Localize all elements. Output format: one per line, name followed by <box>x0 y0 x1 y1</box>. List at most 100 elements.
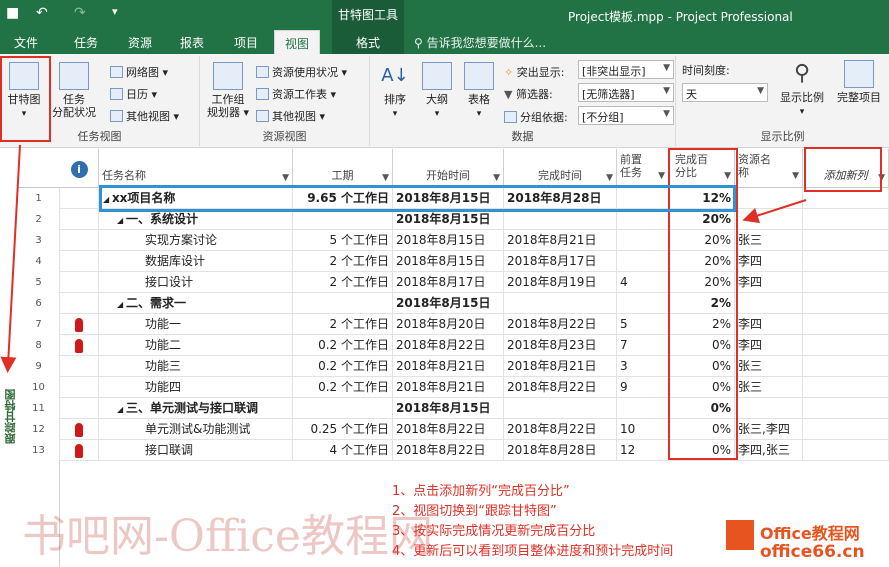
resource-names-cell[interactable] <box>735 398 803 419</box>
tab-report[interactable]: 报表 <box>180 34 204 51</box>
finish-cell[interactable]: 2018年8月19日 <box>504 272 617 293</box>
duration-cell[interactable]: 5 个工作日 <box>293 230 393 251</box>
row-number[interactable]: 9 <box>18 356 60 377</box>
group-by-dropdown[interactable]: [不分组] ▼ <box>578 106 674 125</box>
undo-icon[interactable]: ↶ <box>36 5 48 21</box>
resource-sheet-button[interactable]: 资源工作表 ▾ <box>256 86 336 102</box>
table-row[interactable]: 11 ◢ 三、单元测试与接口联调 2018年8月15日 0% <box>32 398 889 419</box>
empty-cell[interactable] <box>803 356 889 377</box>
start-cell[interactable]: 2018年8月15日 <box>393 293 504 314</box>
duration-cell[interactable]: 2 个工作日 <box>293 314 393 335</box>
predecessors-cell[interactable] <box>617 188 669 209</box>
task-name-cell[interactable]: 功能四 <box>99 377 293 398</box>
start-cell[interactable]: 2018年8月15日 <box>393 251 504 272</box>
empty-cell[interactable] <box>803 419 889 440</box>
customize-icon[interactable]: ▾ <box>112 5 118 18</box>
finish-cell[interactable]: 2018年8月22日 <box>504 314 617 335</box>
task-name-cell[interactable]: ◢ xx项目名称 <box>99 188 293 209</box>
table-row[interactable]: 13 接口联调 4 个工作日 2018年8月22日 2018年8月28日 12 0% 李四,张… <box>32 440 889 461</box>
tab-file[interactable]: 文件 <box>14 34 38 51</box>
table-row[interactable]: 12 单元测试&功能测试 0.25 个工作日 2018年8月22日 2018年8月22日… <box>32 419 889 440</box>
row-number[interactable]: 10 <box>18 377 60 398</box>
select-all-corner[interactable] <box>18 149 60 188</box>
row-number[interactable]: 11 <box>18 398 60 419</box>
predecessors-cell[interactable] <box>617 209 669 230</box>
duration-cell[interactable]: 4 个工作日 <box>293 440 393 461</box>
task-name-cell[interactable]: 数据库设计 <box>99 251 293 272</box>
predecessors-cell[interactable]: 9 <box>617 377 669 398</box>
collapse-triangle-icon[interactable]: ◢ <box>117 216 126 225</box>
predecessors-cell[interactable]: 12 <box>617 440 669 461</box>
start-cell[interactable]: 2018年8月20日 <box>393 314 504 335</box>
start-cell[interactable]: 2018年8月15日 <box>393 188 504 209</box>
row-number[interactable]: 8 <box>18 335 60 356</box>
duration-cell[interactable]: 0.2 个工作日 <box>293 356 393 377</box>
finish-cell[interactable]: 2018年8月28日 <box>504 188 617 209</box>
start-cell[interactable]: 2018年8月15日 <box>393 398 504 419</box>
predecessors-cell[interactable]: 7 <box>617 335 669 356</box>
collapse-triangle-icon[interactable]: ◢ <box>117 300 126 309</box>
header-add-new-column[interactable]: 添加新列 ▼ <box>803 149 889 188</box>
indicator-cell[interactable] <box>60 377 99 398</box>
header-finish[interactable]: 完成时间 ▼ <box>504 149 617 188</box>
predecessors-cell[interactable] <box>617 398 669 419</box>
task-usage-button[interactable]: 任务 分配状况 <box>48 62 100 119</box>
indicator-cell[interactable] <box>60 293 99 314</box>
empty-cell[interactable] <box>803 440 889 461</box>
start-cell[interactable]: 2018年8月22日 <box>393 335 504 356</box>
finish-cell[interactable]: 2018年8月21日 <box>504 356 617 377</box>
empty-cell[interactable] <box>803 398 889 419</box>
zoom-button[interactable]: ⚲ 显示比例 ▾ <box>776 60 828 119</box>
resource-names-cell[interactable]: 李四,张三 <box>735 440 803 461</box>
row-number[interactable]: 7 <box>18 314 60 335</box>
predecessors-cell[interactable] <box>617 230 669 251</box>
resource-names-cell[interactable]: 李四 <box>735 272 803 293</box>
resource-names-cell[interactable] <box>735 188 803 209</box>
task-name-cell[interactable]: 功能三 <box>99 356 293 377</box>
timescale-dropdown[interactable]: 天 ▼ <box>682 83 768 102</box>
percent-complete-cell[interactable]: 0% <box>669 377 735 398</box>
gantt-chart-button[interactable]: 甘特图 ▾ <box>4 62 44 121</box>
percent-complete-cell[interactable]: 20% <box>669 209 735 230</box>
task-name-cell[interactable]: 接口联调 <box>99 440 293 461</box>
tab-view[interactable]: 视图 <box>274 30 321 54</box>
percent-complete-cell[interactable]: 0% <box>669 356 735 377</box>
percent-complete-cell[interactable]: 0% <box>669 440 735 461</box>
duration-cell[interactable]: 2 个工作日 <box>293 272 393 293</box>
collapse-triangle-icon[interactable]: ◢ <box>117 405 126 414</box>
other-resource-views-button[interactable]: 其他视图 ▾ <box>256 108 325 124</box>
table-row[interactable]: 9 功能三 0.2 个工作日 2018年8月21日 2018年8月21日 3 0% 张三 <box>35 356 889 377</box>
row-number[interactable]: 12 <box>18 419 60 440</box>
indicator-cell[interactable] <box>60 419 99 440</box>
resource-names-cell[interactable]: 张三 <box>735 377 803 398</box>
start-cell[interactable]: 2018年8月21日 <box>393 377 504 398</box>
empty-cell[interactable] <box>803 314 889 335</box>
finish-cell[interactable] <box>504 209 617 230</box>
duration-cell[interactable]: 2 个工作日 <box>293 251 393 272</box>
row-number[interactable]: 6 <box>18 293 60 314</box>
finish-cell[interactable]: 2018年8月28日 <box>504 440 617 461</box>
header-predecessors[interactable]: 前置 任务 ▼ <box>617 149 669 188</box>
percent-complete-cell[interactable]: 20% <box>669 272 735 293</box>
task-name-cell[interactable]: 接口设计 <box>99 272 293 293</box>
table-row[interactable]: 10 功能四 0.2 个工作日 2018年8月21日 2018年8月22日 9 0% 张三 <box>32 377 889 398</box>
tab-task[interactable]: 任务 <box>74 34 98 51</box>
start-cell[interactable]: 2018年8月15日 <box>393 230 504 251</box>
empty-cell[interactable] <box>803 293 889 314</box>
finish-cell[interactable] <box>504 398 617 419</box>
percent-complete-cell[interactable]: 20% <box>669 230 735 251</box>
task-name-cell[interactable]: 功能一 <box>99 314 293 335</box>
table-row[interactable]: 8 功能二 0.2 个工作日 2018年8月22日 2018年8月23日 7 0% 李四 <box>35 335 889 356</box>
resource-names-cell[interactable] <box>735 209 803 230</box>
header-duration[interactable]: 工期 ▼ <box>293 149 393 188</box>
empty-cell[interactable] <box>803 209 889 230</box>
collapse-triangle-icon[interactable]: ◢ <box>103 195 112 204</box>
empty-cell[interactable] <box>803 377 889 398</box>
predecessors-cell[interactable]: 4 <box>617 272 669 293</box>
indicator-cell[interactable] <box>60 398 99 419</box>
header-indicators[interactable]: i <box>60 149 99 188</box>
tab-format[interactable]: 格式 <box>332 30 404 54</box>
percent-complete-cell[interactable]: 20% <box>669 251 735 272</box>
finish-cell[interactable]: 2018年8月23日 <box>504 335 617 356</box>
duration-cell[interactable]: 0.2 个工作日 <box>293 335 393 356</box>
